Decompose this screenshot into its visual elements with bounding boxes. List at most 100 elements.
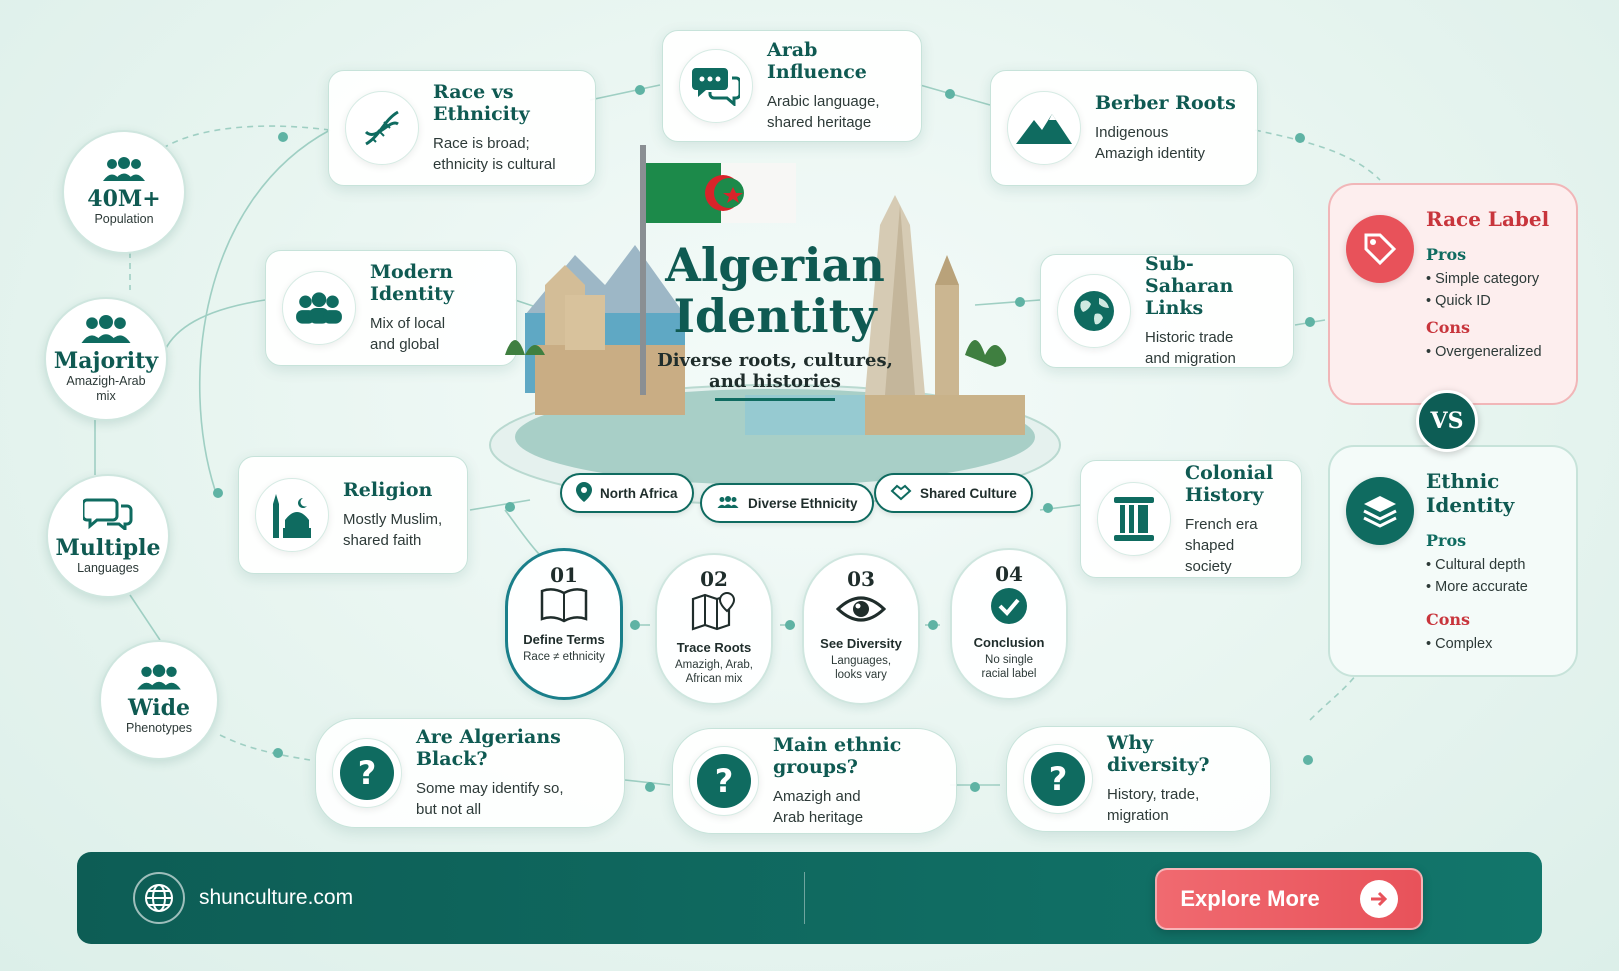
step-desc: racial label [981, 668, 1037, 680]
card-arab-influence[interactable]: Arab Influence Arabic language, shared h… [662, 30, 922, 142]
card-title: Berber Roots [1095, 92, 1236, 114]
eye-icon [835, 591, 887, 632]
card-title: Race vs Ethnicity [433, 81, 530, 125]
step-title: Trace Roots [676, 640, 752, 655]
faq-card[interactable]: ? Are Algerians Black? Some may identify… [315, 718, 625, 828]
column-icon [1097, 482, 1171, 556]
faq-card[interactable]: ? Main ethnic groups? Amazigh and Arab h… [672, 728, 957, 834]
chat-icon [679, 49, 753, 123]
hero-text: Algerian Identity Diverse roots, culture… [605, 240, 945, 401]
card-line: Indigenous [1095, 124, 1169, 141]
stat-label-2: mix [96, 388, 116, 403]
hero-title: Identity [673, 289, 877, 343]
card-line: and migration [1145, 350, 1236, 367]
footer-bar: shunculture.com Explore More [77, 852, 1542, 944]
stat-majority: Majority Amazigh-Arab mix [44, 297, 168, 421]
people-icon [716, 495, 740, 512]
pros-item: More accurate [1426, 576, 1558, 598]
faq-question: Are Algerians Black? [416, 726, 561, 770]
faq-answer: History, trade, [1107, 786, 1200, 803]
step-number: 02 [700, 567, 728, 591]
explore-more-button[interactable]: Explore More [1155, 868, 1423, 930]
step-number: 01 [550, 563, 578, 587]
chat-bubbles-icon [81, 496, 133, 535]
stat-phenotypes: Wide Phenotypes [99, 640, 219, 760]
book-icon [539, 587, 589, 628]
explore-more-label: Explore More [1180, 886, 1320, 911]
pill-north-africa[interactable]: North Africa [560, 473, 694, 513]
card-colonial-history[interactable]: Colonial History French era shaped socie… [1080, 460, 1302, 578]
step-desc: Race ≠ ethnicity [523, 651, 605, 663]
compare-title: Ethnic Identity [1426, 469, 1515, 517]
tag-icon [1346, 215, 1414, 283]
layers-icon [1346, 477, 1414, 545]
question-icon: ? [332, 738, 402, 808]
footer-divider [804, 872, 805, 924]
compare-ethnic-identity: Ethnic Identity Pros Cultural depth More… [1328, 445, 1578, 677]
hero-subtitle: Diverse roots, cultures, [657, 350, 893, 371]
faq-question: Why diversity? [1107, 732, 1210, 776]
card-title: Sub-Saharan Links [1145, 253, 1234, 319]
pill-shared-culture[interactable]: Shared Culture [874, 473, 1033, 513]
pros-item: Quick ID [1426, 290, 1558, 312]
card-line: Historic trade [1145, 329, 1234, 346]
step-see-diversity[interactable]: 03 See Diversity Languages, looks vary [802, 553, 920, 705]
pros-list: Simple category Quick ID [1426, 268, 1558, 312]
pros-item: Simple category [1426, 268, 1558, 290]
stat-languages: Multiple Languages [46, 474, 170, 598]
card-title: Religion [343, 479, 433, 501]
card-modern-identity[interactable]: Modern Identity Mix of local and global [265, 250, 517, 366]
people-group-icon [282, 271, 356, 345]
step-desc: African mix [685, 673, 743, 685]
stat-value: Majority [53, 347, 159, 374]
pros-label: Pros [1426, 531, 1467, 550]
cons-label: Cons [1426, 318, 1471, 337]
cons-list: Overgeneralized [1426, 341, 1558, 363]
step-desc: looks vary [835, 669, 887, 681]
faq-card[interactable]: ? Why diversity? History, trade, migrati… [1006, 726, 1271, 832]
stat-value: Wide [127, 695, 191, 721]
step-trace-roots[interactable]: 02 Trace Roots Amazigh, Arab, African mi… [655, 553, 773, 705]
step-title: Define Terms [523, 632, 605, 647]
compare-title: Race Label [1426, 207, 1550, 231]
pill-label: Diverse Ethnicity [748, 495, 858, 511]
globe-icon [1057, 274, 1131, 348]
checkmark-icon [989, 586, 1029, 631]
card-line: French era [1185, 515, 1258, 533]
vs-badge: VS [1416, 390, 1478, 452]
globe-icon[interactable] [133, 872, 185, 924]
stat-label: Amazigh-Arab [66, 373, 146, 388]
handshake-icon [890, 483, 912, 504]
stat-label: Languages [77, 561, 139, 575]
step-number: 04 [995, 562, 1023, 586]
faq-answer: Some may identify so, [416, 780, 564, 797]
stat-label: Population [94, 212, 154, 226]
cons-item: Complex [1426, 633, 1558, 655]
question-icon: ? [1023, 744, 1093, 814]
card-sub-saharan-links[interactable]: Sub-Saharan Links Historic trade and mig… [1040, 253, 1294, 368]
card-line: shared faith [343, 532, 422, 549]
pros-list: Cultural depth More accurate [1426, 554, 1558, 598]
dna-icon [345, 91, 419, 165]
card-religion[interactable]: Religion Mostly Muslim, shared faith [238, 456, 468, 574]
card-line: shaped society [1185, 536, 1235, 575]
card-line: Mix of local [370, 315, 446, 332]
card-line: Mostly Muslim, [343, 511, 443, 528]
site-link[interactable]: shunculture.com [199, 886, 353, 910]
pros-item: Cultural depth [1426, 554, 1558, 576]
people-icon [134, 664, 184, 695]
pill-label: North Africa [600, 485, 678, 501]
faq-answer: Arab heritage [773, 809, 864, 826]
step-desc: Amazigh, Arab, [675, 659, 753, 671]
stat-label: Phenotypes [125, 721, 193, 735]
pill-diverse-ethnicity[interactable]: Diverse Ethnicity [700, 483, 874, 523]
card-line: and global [370, 336, 440, 353]
people-icon [78, 314, 134, 348]
faq-answer: Amazigh and [773, 788, 861, 805]
step-number: 03 [847, 567, 875, 591]
card-title: Modern Identity [370, 261, 454, 305]
step-define-terms[interactable]: 01 Define Terms Race ≠ ethnicity [505, 548, 623, 700]
pill-label: Shared Culture [920, 485, 1017, 501]
step-conclusion[interactable]: 04 Conclusion No single racial label [950, 548, 1068, 700]
step-desc: No single [985, 654, 1033, 666]
